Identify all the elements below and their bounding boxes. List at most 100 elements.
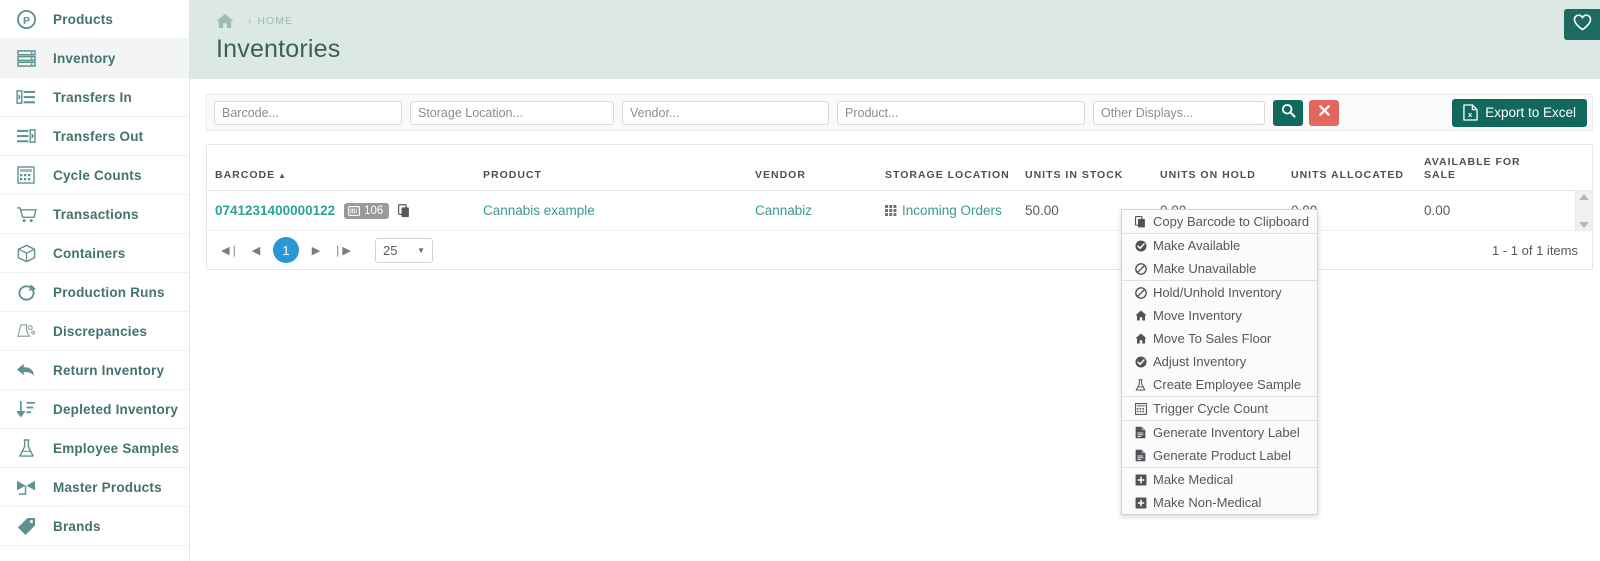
cell-available-for-sale: 0.00 — [1424, 203, 1451, 218]
sidebar-item-transfers-in[interactable]: Transfers In — [0, 78, 189, 117]
menu-item-hold-unhold-inventory[interactable]: Hold/Unhold Inventory — [1122, 281, 1317, 304]
search-input-product[interactable] — [837, 100, 1085, 125]
storage-location-link[interactable]: Incoming Orders — [902, 203, 1002, 218]
scroll-down-icon[interactable] — [1579, 222, 1589, 228]
context-menu-group: Trigger Cycle Count — [1122, 397, 1317, 421]
sidebar-item-cycle-counts[interactable]: Cycle Counts — [0, 156, 189, 195]
tag-icon — [11, 517, 41, 536]
search-input-vendor[interactable] — [622, 100, 829, 125]
sidebar-item-label: Transfers Out — [53, 128, 144, 144]
table-row[interactable]: 0741231400000122 106 Cannabis example Ca… — [207, 191, 1592, 231]
sidebar-item-depleted-inventory[interactable]: Depleted Inventory — [0, 390, 189, 429]
sidebar-item-inventory[interactable]: Inventory — [0, 39, 189, 78]
menu-item-generate-product-label[interactable]: Generate Product Label — [1122, 444, 1317, 467]
page-title: Inventories — [216, 35, 341, 63]
menu-item-make-available[interactable]: Make Available — [1122, 234, 1317, 257]
inventory-grid: BARCODE ▲ PRODUCT VENDOR STORAGE LOCATION… — [206, 144, 1593, 270]
column-header-barcode[interactable]: BARCODE ▲ — [207, 169, 475, 182]
column-header-storage-location[interactable]: STORAGE LOCATION — [877, 169, 1017, 182]
grid-squares-icon — [885, 205, 897, 216]
status-badge[interactable]: 106 — [344, 202, 390, 219]
context-menu: Copy Barcode to Clipboard Make Available — [1121, 209, 1318, 515]
sidebar-item-label: Transactions — [53, 206, 139, 222]
menu-item-move-to-sales-floor[interactable]: Move To Sales Floor — [1122, 327, 1317, 350]
favorite-button[interactable] — [1564, 9, 1600, 40]
copy-icon — [1134, 215, 1147, 228]
breadcrumb-separator: › — [248, 15, 253, 27]
context-menu-group: Make Available Make Unavailable — [1122, 234, 1317, 281]
loop-icon — [11, 283, 41, 302]
clear-filters-button[interactable] — [1309, 99, 1339, 126]
menu-item-label: Generate Product Label — [1153, 448, 1292, 463]
breadcrumb-home[interactable]: HOME — [257, 15, 293, 27]
page-size-select[interactable]: 25 ▼ — [375, 237, 433, 263]
flask-icon — [1134, 378, 1147, 391]
sidebar-item-products[interactable]: P Products — [0, 0, 189, 39]
menu-item-generate-inventory-label[interactable]: Generate Inventory Label — [1122, 421, 1317, 444]
menu-item-trigger-cycle-count[interactable]: Trigger Cycle Count — [1122, 397, 1317, 420]
sidebar-item-transfers-out[interactable]: Transfers Out — [0, 117, 189, 156]
sidebar-item-brands[interactable]: Brands — [0, 507, 189, 546]
search-input-other-displays[interactable] — [1093, 100, 1265, 125]
context-menu-group: Copy Barcode to Clipboard — [1122, 210, 1317, 234]
sidebar: P Products Inventory Transfers In Transf… — [0, 0, 190, 561]
sidebar-item-master-products[interactable]: Master Products — [0, 468, 189, 507]
column-header-available-for-sale[interactable]: AVAILABLE FOR SALE — [1416, 156, 1544, 182]
column-header-product[interactable]: PRODUCT — [475, 169, 747, 182]
sidebar-item-containers[interactable]: Containers — [0, 234, 189, 273]
sort-down-icon — [11, 400, 41, 418]
sidebar-item-discrepancies[interactable]: Discrepancies — [0, 312, 189, 351]
box-icon — [11, 244, 41, 263]
column-header-units-on-hold[interactable]: UNITS ON HOLD — [1152, 169, 1283, 182]
page-size-value: 25 — [383, 242, 398, 258]
copy-icon[interactable] — [398, 203, 410, 218]
sidebar-item-label: Production Runs — [53, 284, 165, 300]
sidebar-item-transactions[interactable]: Transactions — [0, 195, 189, 234]
home-icon[interactable] — [216, 13, 234, 29]
check-circle-icon — [1134, 355, 1147, 368]
excel-file-icon: x — [1463, 104, 1478, 121]
master-products-icon — [11, 478, 41, 496]
grid-vertical-scrollbar[interactable] — [1575, 191, 1592, 231]
home-solid-icon — [1134, 310, 1147, 321]
pager-last-button[interactable]: ❘▶ — [329, 237, 355, 263]
pager-next-button[interactable]: ▶ — [303, 237, 329, 263]
pager-page-1[interactable]: 1 — [273, 237, 299, 263]
svg-text:x: x — [1468, 110, 1473, 119]
check-circle-icon — [1134, 239, 1147, 252]
menu-item-label: Make Non-Medical — [1153, 495, 1262, 510]
menu-item-make-unavailable[interactable]: Make Unavailable — [1122, 257, 1317, 280]
context-menu-group: Generate Inventory Label Generate Produc… — [1122, 421, 1317, 468]
column-header-units-in-stock[interactable]: UNITS IN STOCK — [1017, 169, 1152, 182]
product-link[interactable]: Cannabis example — [483, 203, 595, 218]
vendor-link[interactable]: Cannabiz — [755, 203, 812, 218]
sidebar-item-label: Inventory — [53, 50, 116, 66]
heart-icon — [1573, 13, 1592, 36]
menu-item-copy-barcode-to-clipboard[interactable]: Copy Barcode to Clipboard — [1122, 210, 1317, 233]
sort-asc-icon: ▲ — [278, 171, 288, 180]
menu-item-make-non-medical[interactable]: Make Non-Medical — [1122, 491, 1317, 514]
menu-item-adjust-inventory[interactable]: Adjust Inventory — [1122, 350, 1317, 373]
main-content: › HOME Inventories Barcode... Storage Lo… — [190, 0, 1600, 561]
search-input-storage-location[interactable] — [410, 100, 614, 125]
menu-item-make-medical[interactable]: Make Medical — [1122, 468, 1317, 491]
export-to-excel-button[interactable]: x Export to Excel — [1452, 98, 1587, 127]
cell-barcode: 0741231400000122 106 — [207, 202, 475, 219]
menu-item-move-inventory[interactable]: Move Inventory — [1122, 304, 1317, 327]
column-header-vendor[interactable]: VENDOR — [747, 169, 877, 182]
pager-prev-button[interactable]: ◀ — [243, 237, 269, 263]
menu-item-label: Make Available — [1153, 238, 1241, 253]
scroll-up-icon[interactable] — [1579, 194, 1589, 200]
sidebar-item-return-inventory[interactable]: Return Inventory — [0, 351, 189, 390]
search-button[interactable] — [1273, 99, 1303, 126]
menu-item-label: Generate Inventory Label — [1153, 425, 1300, 440]
cell-vendor: Cannabiz — [747, 203, 877, 218]
barcode-link[interactable]: 0741231400000122 — [215, 203, 335, 218]
grid-header-row: BARCODE ▲ PRODUCT VENDOR STORAGE LOCATION… — [207, 145, 1592, 191]
search-input-barcode[interactable] — [214, 100, 402, 125]
menu-item-create-employee-sample[interactable]: Create Employee Sample — [1122, 373, 1317, 396]
sidebar-item-employee-samples[interactable]: Employee Samples — [0, 429, 189, 468]
pager-first-button[interactable]: ◀❘ — [217, 237, 243, 263]
column-header-units-allocated[interactable]: UNITS ALLOCATED — [1283, 169, 1416, 182]
sidebar-item-production-runs[interactable]: Production Runs — [0, 273, 189, 312]
